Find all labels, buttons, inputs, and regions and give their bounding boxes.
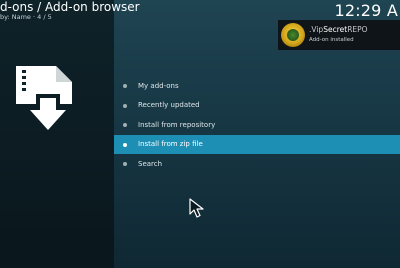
menu-item-label: Recently updated [138,101,200,110]
bullet-icon [123,123,127,127]
notification-title: .VipSecretREPO [309,25,368,34]
menu-item-install-from-repository[interactable]: Install from repository [114,115,400,135]
addon-browser-menu: My add-ons Recently updated Install from… [114,76,400,174]
left-panel [0,0,114,268]
menu-item-label: Install from zip file [138,140,203,149]
notification-subtitle: Add-on installed [309,37,354,43]
repo-logo-icon [281,23,305,47]
notification-title-main: Secret [323,25,348,34]
bullet-icon [123,162,127,166]
bullet-icon [123,142,127,147]
mouse-pointer-icon [189,198,205,218]
menu-item-install-from-zip[interactable]: Install from zip file [114,134,400,154]
notification-title-suffix: REPO [347,25,368,34]
sort-info: by: Name · 4 / 5 [0,13,52,21]
addon-installed-notification: .VipSecretREPO Add-on installed [278,20,400,50]
bullet-icon [123,84,127,88]
clock: 12:29 A [334,1,398,20]
bullet-icon [123,103,127,108]
menu-item-recently-updated[interactable]: Recently updated [114,96,400,116]
menu-item-label: Search [138,159,163,168]
breadcrumb: d-ons / Add-on browser [0,0,140,14]
menu-item-search[interactable]: Search [114,154,400,174]
notification-title-prefix: .Vip [309,25,324,34]
menu-item-my-addons[interactable]: My add-ons [114,76,400,96]
zip-file-download-icon [14,64,76,132]
menu-item-label: My add-ons [138,81,179,90]
menu-item-label: Install from repository [138,120,216,129]
